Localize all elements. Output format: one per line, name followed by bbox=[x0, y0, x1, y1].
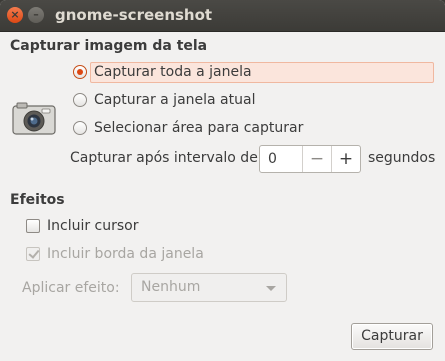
radio-label: Capturar toda a janela bbox=[94, 64, 252, 80]
window-title: gnome-screenshot bbox=[55, 6, 213, 24]
radio-label: Capturar a janela atual bbox=[94, 92, 256, 108]
camera-icon bbox=[12, 102, 56, 135]
delay-value[interactable]: 0 bbox=[260, 146, 302, 172]
radio-select-area[interactable]: Selecionar área para capturar bbox=[73, 117, 303, 139]
minimize-icon[interactable]: – bbox=[28, 7, 44, 23]
apply-effect-combo: Nenhum bbox=[131, 273, 287, 302]
close-icon[interactable]: × bbox=[7, 7, 23, 23]
checkbox-label: Incluir cursor bbox=[47, 218, 139, 234]
checkbox-include-border: Incluir borda da janela bbox=[26, 244, 204, 264]
delay-label: Capturar após intervalo de bbox=[70, 150, 258, 166]
delay-units: segundos bbox=[368, 150, 436, 166]
radio-button[interactable] bbox=[73, 121, 87, 135]
radio-button-checked[interactable] bbox=[73, 65, 87, 79]
checkbox-label: Incluir borda da janela bbox=[47, 246, 204, 262]
checkbox-include-cursor[interactable]: Incluir cursor bbox=[26, 216, 139, 236]
plus-icon[interactable]: + bbox=[331, 146, 360, 172]
minus-icon[interactable]: − bbox=[302, 146, 331, 172]
chevron-down-icon bbox=[266, 286, 276, 291]
radio-button[interactable] bbox=[73, 93, 87, 107]
radio-label: Selecionar área para capturar bbox=[94, 120, 304, 136]
checkbox-checked-disabled bbox=[26, 247, 40, 261]
radio-capture-whole-window[interactable]: Capturar toda a janela bbox=[73, 61, 252, 83]
screenshot-dialog: × – gnome-screenshot Capturar imagem da … bbox=[0, 0, 445, 361]
apply-effect-label: Aplicar efeito: bbox=[22, 280, 120, 296]
effects-section-title: Efeitos bbox=[10, 192, 65, 208]
apply-effect-value: Nenhum bbox=[141, 279, 201, 295]
checkbox[interactable] bbox=[26, 219, 40, 233]
capture-button[interactable]: Capturar bbox=[351, 323, 433, 350]
radio-capture-current-window[interactable]: Capturar a janela atual bbox=[73, 89, 255, 111]
title-bar: × – gnome-screenshot bbox=[0, 0, 445, 32]
capture-section-title: Capturar imagem da tela bbox=[10, 38, 208, 54]
delay-spinbutton[interactable]: 0 − + bbox=[259, 145, 361, 173]
